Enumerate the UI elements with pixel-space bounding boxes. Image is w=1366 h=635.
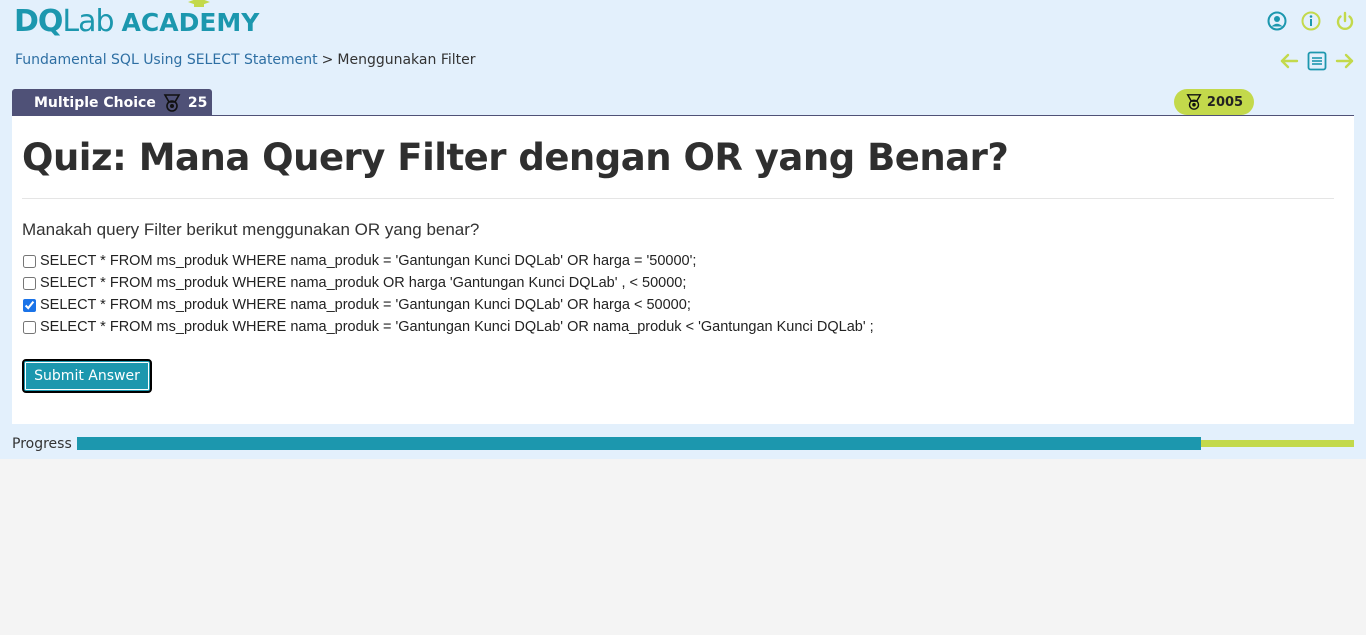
tab-label: Multiple Choice <box>34 94 156 111</box>
header-icons <box>1266 10 1356 32</box>
submit-answer-button[interactable]: Submit Answer <box>22 359 152 393</box>
answer-option[interactable]: SELECT * FROM ms_produk WHERE nama_produ… <box>22 316 874 338</box>
breadcrumb: Fundamental SQL Using SELECT Statement > M… <box>15 52 476 68</box>
graduation-cap-icon <box>187 0 210 7</box>
logo-academy-text: ACADEMY <box>121 0 260 37</box>
info-icon[interactable] <box>1300 10 1322 32</box>
quiz-panel: Quiz: Mana Query Filter dengan OR yang B… <box>12 115 1354 424</box>
tab-points: 25 <box>187 94 208 111</box>
header-area: DQ Lab ACADEMY Fundamental SQL Using SEL… <box>0 0 1366 459</box>
answer-text: SELECT * FROM ms_produk WHERE nama_produ… <box>40 297 691 313</box>
answer-checkbox[interactable] <box>23 320 36 334</box>
quiz-title: Quiz: Mana Query Filter dengan OR yang B… <box>22 136 1009 179</box>
lesson-nav <box>1278 50 1356 72</box>
list-icon[interactable] <box>1306 50 1328 72</box>
medal-icon <box>162 93 182 113</box>
answer-text: SELECT * FROM ms_produk WHERE nama_produ… <box>40 253 697 269</box>
dqlab-academy-logo[interactable]: DQ Lab ACADEMY <box>14 0 260 39</box>
score-value: 2005 <box>1206 94 1244 110</box>
answer-options: SELECT * FROM ms_produk WHERE nama_produ… <box>22 250 874 338</box>
power-icon[interactable] <box>1334 10 1356 32</box>
progress-label: Progress <box>12 436 72 452</box>
quiz-question: Manakah query Filter berikut menggunakan… <box>22 220 480 239</box>
answer-checkbox[interactable] <box>23 276 36 290</box>
answer-option[interactable]: SELECT * FROM ms_produk WHERE nama_produ… <box>22 250 874 272</box>
logo-lab-text: Lab <box>62 4 114 39</box>
answer-checkbox[interactable] <box>23 254 36 268</box>
answer-text: SELECT * FROM ms_produk WHERE nama_produ… <box>40 275 687 291</box>
medal-icon <box>1185 93 1203 111</box>
arrow-right-icon[interactable] <box>1334 50 1356 72</box>
breadcrumb-current: Menggunakan Filter <box>337 52 476 68</box>
breadcrumb-separator: > <box>321 52 334 68</box>
progress-fill <box>77 437 1201 450</box>
answer-option[interactable]: SELECT * FROM ms_produk WHERE nama_produ… <box>22 272 874 294</box>
answer-option[interactable]: SELECT * FROM ms_produk WHERE nama_produ… <box>22 294 874 316</box>
logo-academy-label: ACADEMY <box>121 8 260 37</box>
score-badge: 2005 <box>1174 89 1254 115</box>
user-icon[interactable] <box>1266 10 1288 32</box>
answer-text: SELECT * FROM ms_produk WHERE nama_produ… <box>40 319 874 335</box>
answer-checkbox[interactable] <box>23 298 36 312</box>
tab-multiple-choice[interactable]: Multiple Choice 25 <box>12 89 212 116</box>
logo-dq-text: DQ <box>14 4 63 39</box>
arrow-left-icon[interactable] <box>1278 50 1300 72</box>
breadcrumb-course-link[interactable]: Fundamental SQL Using SELECT Statement <box>15 52 318 68</box>
divider <box>22 198 1334 199</box>
